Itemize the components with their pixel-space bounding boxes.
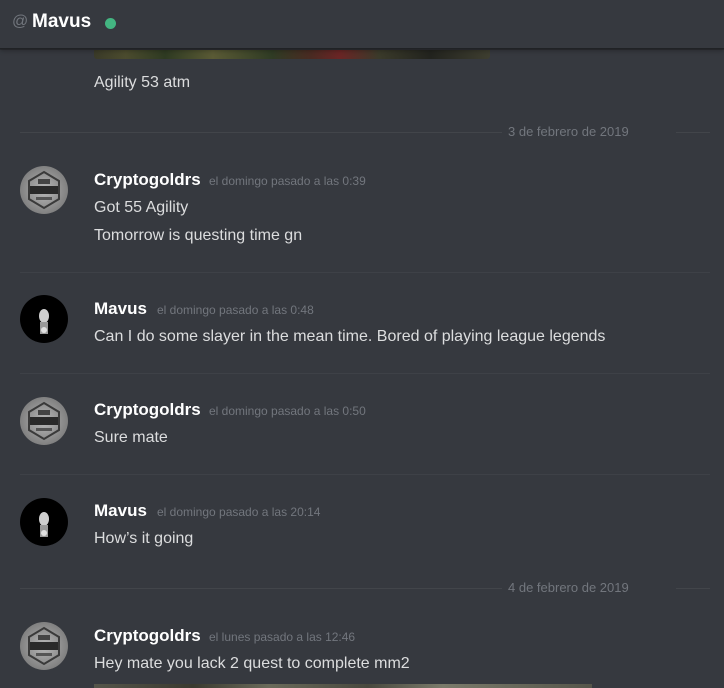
- avatar[interactable]: [20, 622, 68, 670]
- date-divider-line: [676, 132, 710, 133]
- message-text: How’s it going: [94, 530, 194, 547]
- channel-header: @ Mavus: [0, 0, 724, 49]
- message-group-separator: [20, 373, 710, 374]
- message-author[interactable]: Cryptogoldrs: [94, 625, 201, 647]
- at-icon: @: [12, 13, 29, 30]
- attachment-image-top[interactable]: [94, 50, 490, 59]
- date-divider-label: 3 de febrero de 2019: [508, 124, 629, 139]
- message-text: Tomorrow is questing time gn: [94, 227, 303, 244]
- message-author[interactable]: Cryptogoldrs: [94, 169, 201, 191]
- avatar[interactable]: [20, 397, 68, 445]
- message-group-separator: [20, 474, 710, 475]
- message-author[interactable]: Cryptogoldrs: [94, 399, 201, 421]
- message-timestamp: el domingo pasado a las 0:39: [209, 174, 366, 188]
- message-text: Can I do some slayer in the mean time. B…: [94, 328, 606, 345]
- message-timestamp: el lunes pasado a las 12:46: [209, 630, 356, 644]
- message-text: Agility 53 atm: [94, 74, 191, 91]
- dm-window: @ Mavus Agility 53 atm 3 de febrero de 2…: [0, 0, 724, 688]
- message-timestamp: el domingo pasado a las 0:50: [209, 404, 366, 418]
- date-divider-line: [20, 588, 502, 589]
- message-text: Got 55 Agility: [94, 199, 189, 216]
- message-text: Hey mate you lack 2 quest to complete mm…: [94, 655, 410, 672]
- online-status-icon: [105, 18, 116, 29]
- attachment-image-bottom[interactable]: [94, 684, 592, 688]
- avatar[interactable]: [20, 166, 68, 214]
- avatar[interactable]: [20, 295, 68, 343]
- message-group-separator: [20, 272, 710, 273]
- date-divider-label: 4 de febrero de 2019: [508, 580, 629, 595]
- recipient-name[interactable]: Mavus: [32, 11, 91, 33]
- message-author[interactable]: Mavus: [94, 298, 147, 320]
- message-text: Sure mate: [94, 429, 168, 446]
- date-divider-line: [20, 132, 502, 133]
- date-divider-line: [676, 588, 710, 589]
- message-timestamp: el domingo pasado a las 0:48: [157, 303, 314, 317]
- avatar[interactable]: [20, 498, 68, 546]
- message-timestamp: el domingo pasado a las 20:14: [157, 505, 321, 519]
- message-author[interactable]: Mavus: [94, 500, 147, 522]
